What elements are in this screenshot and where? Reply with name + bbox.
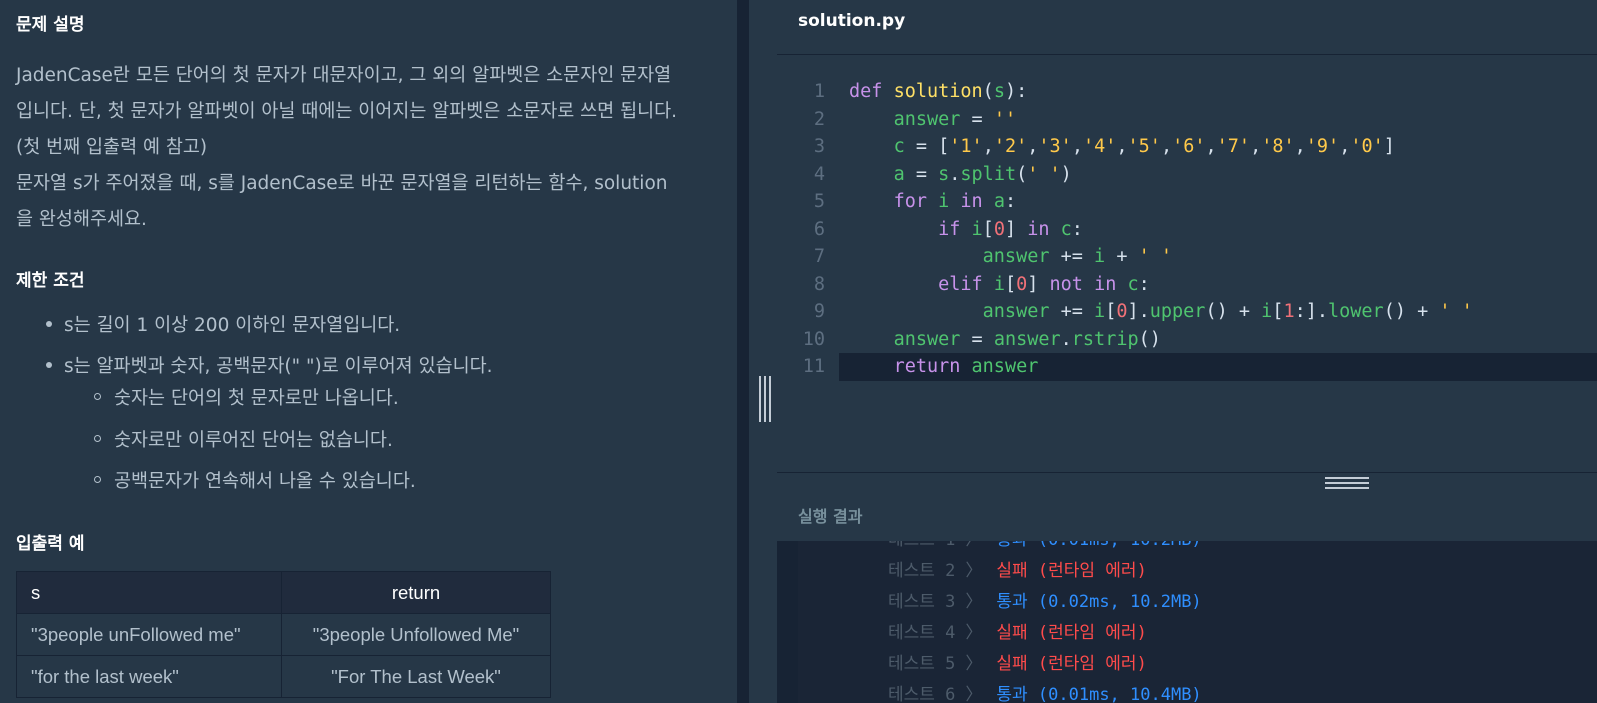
description-line: 입니다. 단, 첫 문자가 알파벳이 아닐 때에는 이어지는 알파벳은 소문자로… [16,101,678,122]
test-label: 테스트 3 [888,592,956,612]
editor-gutter [749,0,777,703]
code-line[interactable]: 1 def solution(s): [777,78,1597,106]
table-cell: "3people unFollowed me" [16,613,282,656]
code-line[interactable]: 7 answer += i + ' ' [777,243,1597,271]
table-cell: "3people Unfollowed Me" [281,613,551,656]
description-text: JadenCase란 모든 단어의 첫 문자가 대문자이고, 그 외의 알파벳은… [16,58,726,238]
result-title: 실행 결과 [798,507,863,526]
editor-tab-bar: solution.py [777,0,1597,55]
editor-panel: solution.py 1 def solution(s): 2 answer = … [777,0,1597,703]
chevron-right-icon: 〉 [965,592,983,612]
description-line: (첫 번째 입출력 예 참고) [16,137,208,158]
test-result-row: 테스트 1 〉 통과 (0.01ms, 10.2MB) [888,541,1202,556]
test-result-row: 테스트 3 〉 통과 (0.02ms, 10.2MB) [888,587,1202,618]
description-line: 을 완성해주세요. [16,209,147,230]
test-result-row: 테스트 6 〉 통과 (0.01ms, 10.4MB) [888,680,1202,703]
examples-table: s return "3people unFollowed me" "3peopl… [16,571,551,698]
sub-limit-text: 숫자는 단어의 첫 문자로만 나옵니다. [114,388,399,409]
code-line[interactable]: 6 if i[0] in c: [777,216,1597,244]
code-text[interactable]: answer += i + ' ' [849,243,1172,271]
limit-text: s는 길이 1 이상 200 이하인 문자열입니다. [64,315,401,336]
code-text[interactable]: answer = '' [849,106,1017,134]
test-fail-status: 실패 (런타임 에러) [996,623,1147,643]
description-title: 문제 설명 [16,15,85,35]
code-text[interactable]: answer = answer.rstrip() [849,326,1161,354]
circle-bullet-icon [94,393,101,400]
code-line[interactable]: 4 a = s.split(' ') [777,161,1597,189]
line-number: 5 [813,191,825,212]
test-fail-status: 실패 (런타임 에러) [996,561,1147,581]
chevron-right-icon: 〉 [965,654,983,674]
code-text[interactable]: a = s.split(' ') [849,161,1072,189]
line-number: 4 [813,163,825,185]
line-number: 7 [813,246,825,267]
file-tab[interactable]: solution.py [798,11,905,31]
table-cell: "for the last week" [16,655,282,698]
code-text[interactable]: return answer [849,353,1039,381]
test-fail-status: 실패 (런타임 에러) [996,654,1147,674]
test-result-row: 테스트 2 〉 실패 (런타임 에러) [888,556,1147,587]
limit-text: s는 알파벳과 숫자, 공백문자(" ")로 이루어져 있습니다. [64,356,493,377]
line-number: 2 [813,108,825,130]
test-label: 테스트 4 [888,623,956,643]
resize-handle-icon[interactable] [759,376,773,422]
chevron-right-icon: 〉 [965,541,982,550]
chevron-right-icon: 〉 [965,623,983,643]
bullet-icon [46,362,52,368]
panel-splitter[interactable] [737,0,749,703]
drag-handle-icon[interactable] [1325,477,1369,489]
code-line[interactable]: 2 answer = '' [777,106,1597,134]
code-line[interactable]: 8 elif i[0] not in c: [777,271,1597,299]
table-header-row: s return [16,571,551,614]
circle-bullet-icon [94,435,101,442]
test-pass-status: 통과 (0.01ms, 10.4MB) [996,685,1202,703]
description-line: 문자열 s가 주어졌을 때, s를 JadenCase로 바꾼 문자열을 리턴하… [16,173,668,194]
code-text[interactable]: for i in a: [849,188,1017,216]
result-output: 테스트 1 〉 통과 (0.01ms, 10.2MB) 테스트 2 〉 실패 (런타임 에… [798,541,1597,703]
test-pass-status: 통과 (0.01ms, 10.2MB) [996,541,1201,550]
table-cell: "For The Last Week" [281,655,551,698]
table-row: "3people unFollowed me" "3people Unfollo… [16,613,551,656]
code-line[interactable]: 10 answer = answer.rstrip() [777,326,1597,354]
chevron-right-icon: 〉 [965,561,983,581]
sub-limit-text: 공백문자가 연속해서 나올 수 있습니다. [114,471,416,492]
line-number: 3 [813,136,825,157]
line-number: 1 [813,81,825,102]
circle-bullet-icon [94,476,101,483]
line-number: 10 [802,328,825,350]
description-line: JadenCase란 모든 단어의 첫 문자가 대문자이고, 그 외의 알파벳은… [16,65,672,86]
test-label: 테스트 1 [888,541,955,550]
code-editor[interactable]: 1 def solution(s): 2 answer = '' 3 c = ['1'… [777,55,1597,472]
test-result-row: 테스트 5 〉 실패 (런타임 에러) [888,649,1147,680]
table-header: return [281,571,551,614]
code-line[interactable]: 9 answer += i[0].upper() + i[1:].lower()… [777,298,1597,326]
result-header: 실행 결과 [777,472,1597,541]
code-text[interactable]: if i[0] in c: [849,216,1083,244]
test-result-row: 테스트 4 〉 실패 (런타임 에러) [888,618,1147,649]
line-number: 11 [802,356,825,377]
line-number: 6 [813,218,825,240]
test-pass-status: 통과 (0.02ms, 10.2MB) [996,592,1202,612]
code-text[interactable]: elif i[0] not in c: [849,271,1150,299]
table-row: "for the last week" "For The Last Week" [16,655,551,698]
chevron-right-icon: 〉 [965,685,983,703]
code-text[interactable]: def solution(s): [849,78,1027,106]
code-line[interactable]: 5 for i in a: [777,188,1597,216]
code-text[interactable]: c = ['1','2','3','4','5','6','7','8','9'… [849,133,1395,161]
code-line[interactable]: 3 c = ['1','2','3','4','5','6','7','8','… [777,133,1597,161]
code-line[interactable]: 11 return answer [803,353,1597,381]
code-text[interactable]: answer += i[0].upper() + i[1:].lower() +… [849,298,1473,326]
examples-title: 입출력 예 [16,534,85,554]
test-label: 테스트 5 [888,654,956,674]
limits-title: 제한 조건 [16,271,85,291]
test-label: 테스트 6 [888,685,956,703]
line-number: 9 [813,301,825,322]
sub-limit-text: 숫자로만 이루어진 단어는 없습니다. [114,430,393,451]
bullet-icon [46,321,52,327]
problem-panel: 문제 설명 JadenCase란 모든 단어의 첫 문자가 대문자이고, 그 외… [0,0,737,703]
test-label: 테스트 2 [888,561,956,581]
line-number: 8 [813,273,825,295]
table-header: s [16,571,282,614]
